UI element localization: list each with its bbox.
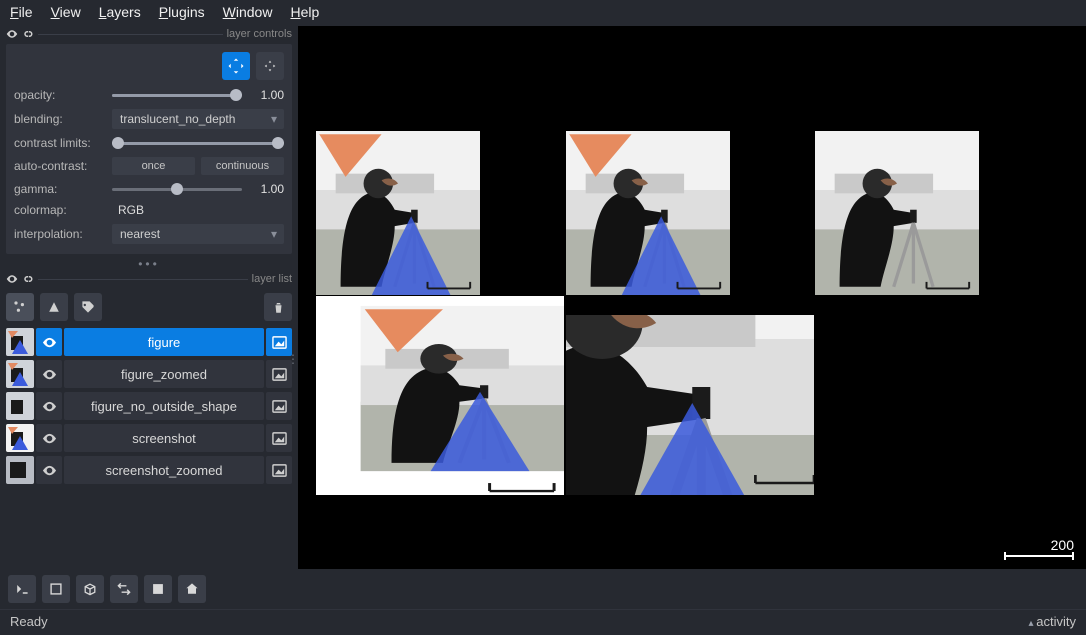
contrast-slider[interactable] xyxy=(112,136,284,150)
canvas[interactable]: 200 xyxy=(298,26,1086,569)
layer-controls-panel: opacity: 1.00 blending: translucent_no_d… xyxy=(6,44,292,254)
layer-name[interactable]: figure_zoomed xyxy=(64,360,264,388)
layer-row[interactable]: figure_no_outside_shape xyxy=(6,391,292,421)
ndisplay-2d-button[interactable] xyxy=(42,575,70,603)
image-panel xyxy=(815,131,979,295)
contrast-label: contrast limits: xyxy=(14,136,104,150)
transform-tool[interactable] xyxy=(256,52,284,80)
layer-visibility-toggle[interactable] xyxy=(36,360,62,388)
layer-list: figure figure_zoomed xyxy=(6,327,292,485)
menu-help[interactable]: Help xyxy=(290,4,319,20)
layer-name[interactable]: screenshot xyxy=(64,424,264,452)
activity-button[interactable]: activity xyxy=(1028,614,1076,629)
layer-name[interactable]: figure_no_outside_shape xyxy=(64,392,264,420)
layer-row[interactable]: screenshot_zoomed xyxy=(6,455,292,485)
autocontrast-once[interactable]: once xyxy=(112,157,195,175)
scale-bar-value: 200 xyxy=(1051,537,1074,553)
interpolation-label: interpolation: xyxy=(14,227,104,241)
colormap-label: colormap: xyxy=(14,203,104,217)
layer-thumbnail xyxy=(6,424,34,452)
layer-list-title: layer list xyxy=(252,273,292,285)
eye-icon[interactable] xyxy=(6,273,18,285)
panel-resize-grip[interactable]: ••• xyxy=(6,257,292,271)
link-icon[interactable] xyxy=(22,28,34,40)
delete-layer[interactable] xyxy=(264,293,292,321)
image-layer-icon xyxy=(266,392,292,420)
layer-row[interactable]: screenshot xyxy=(6,423,292,453)
interpolation-select[interactable]: nearest xyxy=(112,224,284,244)
gamma-value: 1.00 xyxy=(250,182,284,196)
status-text: Ready xyxy=(10,614,48,629)
console-button[interactable] xyxy=(8,575,36,603)
layer-name[interactable]: screenshot_zoomed xyxy=(64,456,264,484)
roll-dims-button[interactable] xyxy=(110,575,138,603)
gamma-slider[interactable] xyxy=(112,182,242,196)
scale-bar: 200 xyxy=(1004,537,1074,557)
home-button[interactable] xyxy=(178,575,206,603)
pan-zoom-tool[interactable] xyxy=(222,52,250,80)
new-shapes-layer[interactable] xyxy=(40,293,68,321)
opacity-label: opacity: xyxy=(14,88,104,102)
colormap-value[interactable]: RGB xyxy=(112,203,284,217)
eye-icon[interactable] xyxy=(6,28,18,40)
link-icon[interactable] xyxy=(22,273,34,285)
layer-thumbnail xyxy=(6,360,34,388)
new-points-layer[interactable] xyxy=(6,293,34,321)
layer-visibility-toggle[interactable] xyxy=(36,392,62,420)
viewer-buttons xyxy=(0,569,1086,609)
grid-button[interactable] xyxy=(144,575,172,603)
gamma-label: gamma: xyxy=(14,182,104,196)
menu-bar: File View Layers Plugins Window Help xyxy=(0,0,1086,26)
menu-file[interactable]: File xyxy=(10,4,33,20)
layer-controls-header: layer controls xyxy=(6,28,292,40)
menu-view[interactable]: View xyxy=(51,4,81,20)
image-layer-icon xyxy=(266,424,292,452)
new-labels-layer[interactable] xyxy=(74,293,102,321)
image-panel xyxy=(316,131,480,295)
opacity-slider[interactable] xyxy=(112,88,242,102)
autocontrast-continuous[interactable]: continuous xyxy=(201,157,284,175)
sidebar: layer controls opacity: 1.00 blending: xyxy=(0,26,298,569)
layer-visibility-toggle[interactable] xyxy=(36,456,62,484)
opacity-value: 1.00 xyxy=(250,88,284,102)
layer-name[interactable]: figure xyxy=(64,328,264,356)
layer-visibility-toggle[interactable] xyxy=(36,328,62,356)
layer-thumbnail xyxy=(6,456,34,484)
blending-label: blending: xyxy=(14,112,104,126)
main-area: layer controls opacity: 1.00 blending: xyxy=(0,26,1086,569)
layer-thumbnail xyxy=(6,328,34,356)
blending-select[interactable]: translucent_no_depth xyxy=(112,109,284,129)
ndisplay-3d-button[interactable] xyxy=(76,575,104,603)
image-panel xyxy=(566,131,730,295)
layer-row[interactable]: figure_zoomed xyxy=(6,359,292,389)
layer-list-tools xyxy=(6,293,292,321)
menu-plugins[interactable]: Plugins xyxy=(159,4,205,20)
layer-row[interactable]: figure xyxy=(6,327,292,357)
layer-thumbnail xyxy=(6,392,34,420)
image-panel xyxy=(316,296,564,495)
menu-window[interactable]: Window xyxy=(223,4,273,20)
autocontrast-label: auto-contrast: xyxy=(14,159,104,173)
layer-list-header: layer list xyxy=(6,273,292,285)
status-bar: Ready activity xyxy=(0,609,1086,635)
layer-visibility-toggle[interactable] xyxy=(36,424,62,452)
image-layer-icon xyxy=(266,456,292,484)
layer-controls-title: layer controls xyxy=(227,28,292,40)
menu-layers[interactable]: Layers xyxy=(99,4,141,20)
image-panel xyxy=(566,315,814,495)
